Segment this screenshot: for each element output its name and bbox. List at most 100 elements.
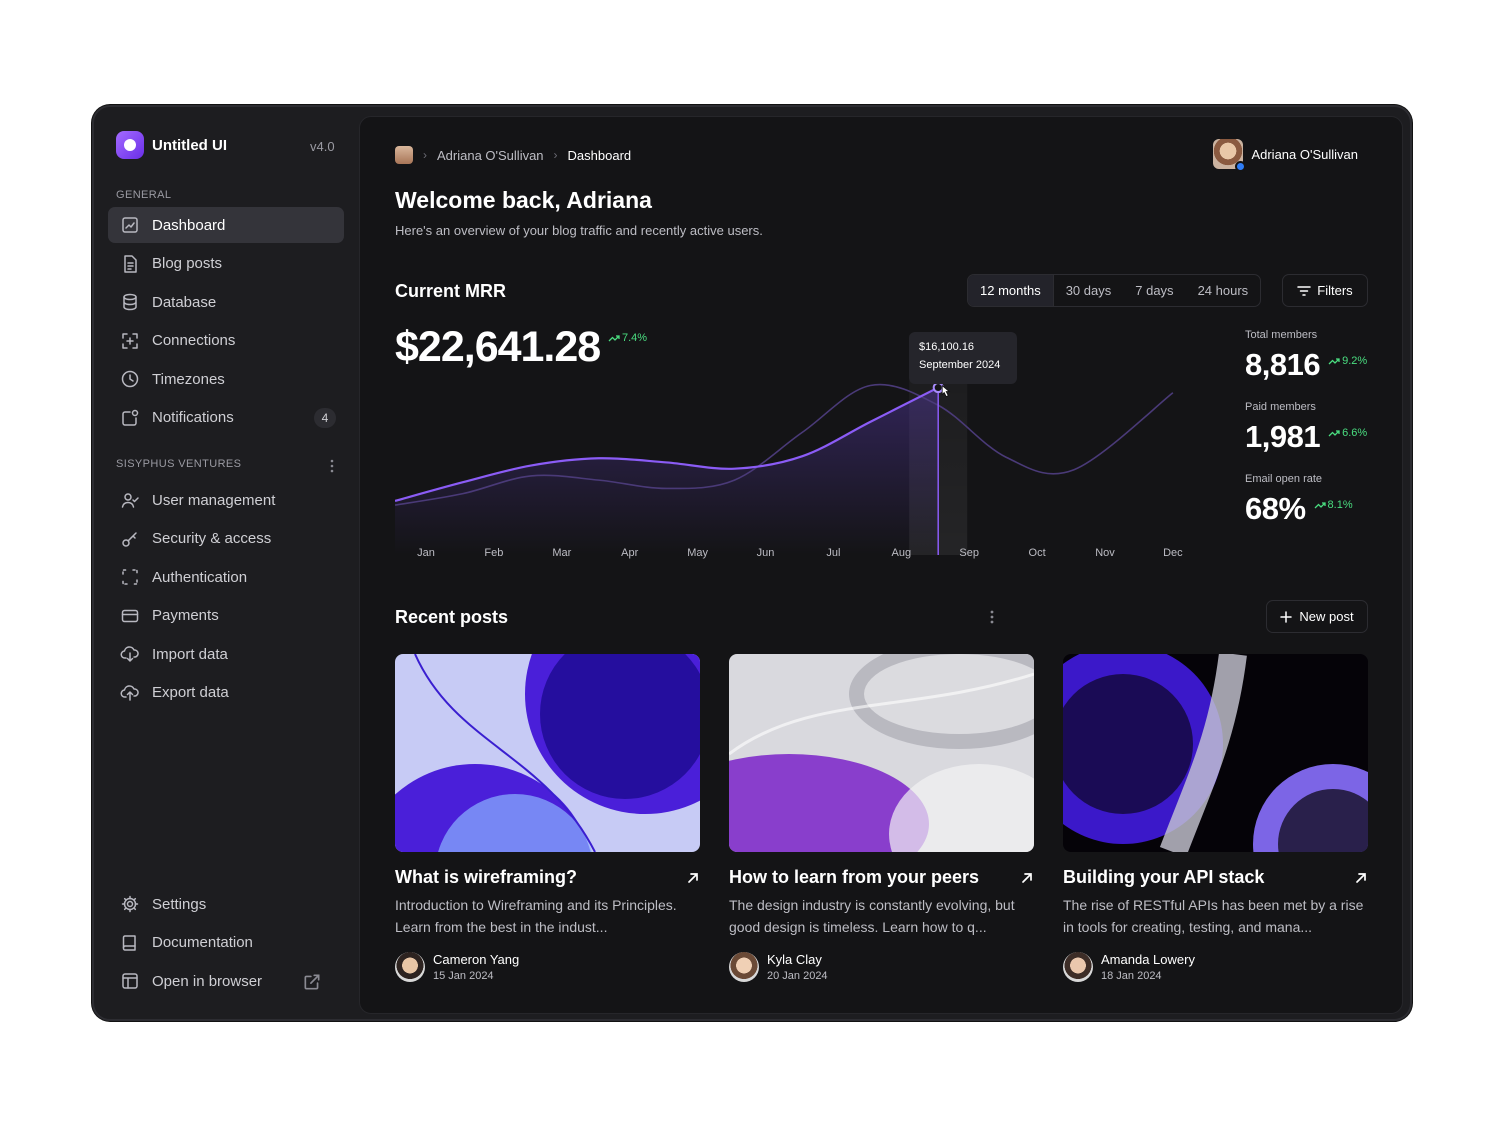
stat-label: Total members	[1245, 329, 1318, 341]
x-tick-label: May	[687, 547, 708, 559]
sidebar-item-label: Timezones	[152, 370, 225, 388]
author-name: Kyla Clay	[767, 952, 822, 967]
sidebar-item-label: Dashboard	[152, 216, 226, 234]
breadcrumb-avatar[interactable]	[395, 146, 413, 164]
filters-label: Filters	[1317, 283, 1353, 298]
avatar-kyla-clay	[729, 952, 759, 982]
page-title: Welcome back, Adriana	[395, 187, 652, 213]
x-tick-label: Jul	[826, 547, 841, 559]
sidebar-item-settings[interactable]: Settings	[108, 886, 344, 922]
sidebar-item-label: Payments	[152, 607, 219, 624]
version-label: v4.0	[310, 139, 335, 154]
post-cover-image[interactable]	[395, 654, 700, 852]
workspace-nav: User management Security & access Authenti…	[108, 482, 344, 713]
workspace-more-icon[interactable]	[330, 459, 334, 473]
sidebar-item-label: Settings	[152, 895, 207, 913]
sidebar-item-label: Import data	[152, 645, 228, 663]
post-title-row[interactable]: How to learn from your peers	[729, 867, 1034, 888]
post-card[interactable]: How to learn from your peers The design i…	[729, 654, 1034, 982]
browser-icon	[122, 973, 138, 989]
sidebar-item-database[interactable]: Database	[108, 284, 344, 320]
sidebar-item-timezones[interactable]: Timezones	[108, 361, 344, 397]
scan-icon	[122, 569, 138, 585]
stat-delta: 8.1%	[1314, 499, 1353, 511]
tooltip-value: $16,100.16	[919, 341, 975, 353]
sidebar-item-security-access[interactable]: Security & access	[108, 521, 344, 557]
stat-delta: 6.6%	[1328, 427, 1367, 439]
trend-up-icon	[1328, 430, 1340, 437]
tooltip-label: September 2024	[919, 359, 1001, 371]
stat-value: 1,981	[1245, 419, 1321, 454]
avatar-amanda-lowery	[1063, 952, 1093, 982]
post-date: 18 Jan 2024	[1101, 970, 1162, 982]
stat-paid-members: Paid members 1,981 6.6%	[1245, 401, 1367, 455]
post-card[interactable]: What is wireframing? Introduction to Wire…	[395, 654, 700, 982]
post-date: 15 Jan 2024	[433, 970, 494, 982]
app-window: Untitled UI v4.0 GENERAL Dashboard Blog p…	[92, 105, 1412, 1021]
sidebar-item-dashboard[interactable]: Dashboard	[108, 207, 344, 243]
post-title-row[interactable]: Building your API stack	[1063, 867, 1368, 888]
sidebar-item-notifications[interactable]: Notifications 4	[108, 400, 344, 436]
new-post-label: New post	[1299, 609, 1354, 624]
author-name: Amanda Lowery	[1101, 952, 1195, 967]
x-tick-label: Nov	[1095, 547, 1115, 559]
highlight-point[interactable]	[932, 382, 944, 394]
arrow-up-right-icon[interactable]	[1354, 871, 1368, 885]
clock-icon	[121, 370, 139, 388]
post-date: 20 Jan 2024	[767, 970, 828, 982]
sidebar-item-label: Database	[152, 293, 217, 311]
post-title-row[interactable]: What is wireframing?	[395, 867, 700, 888]
workspace-section-label: SISYPHUS VENTURES	[116, 458, 242, 470]
sidebar-item-open-in-browser[interactable]: Open in browser	[108, 963, 344, 999]
more-vertical-icon[interactable]	[990, 609, 994, 625]
breadcrumb-current[interactable]: Dashboard	[568, 148, 632, 163]
sidebar-item-documentation[interactable]: Documentation	[108, 925, 344, 961]
sidebar-item-label: User management	[152, 491, 276, 509]
stat-value: 8,816	[1245, 347, 1321, 382]
new-post-button[interactable]: New post	[1266, 600, 1368, 633]
notification-count-badge: 4	[314, 407, 336, 428]
brand[interactable]: Untitled UI	[116, 131, 227, 159]
arrow-up-right-icon[interactable]	[1020, 871, 1034, 885]
range-24-hours[interactable]: 24 hours	[1186, 275, 1261, 306]
range-12-months[interactable]: 12 months	[968, 275, 1054, 306]
sidebar-item-import-data[interactable]: Import data	[108, 636, 344, 672]
filters-button[interactable]: Filters	[1282, 274, 1368, 307]
post-cover-image[interactable]	[729, 654, 1034, 852]
sidebar-item-authentication[interactable]: Authentication	[108, 559, 344, 595]
cloud-download-icon	[120, 646, 139, 662]
breadcrumb-parent[interactable]: Adriana O'Sullivan	[437, 148, 544, 163]
stat-value: 68%	[1245, 491, 1306, 526]
post-description: Introduction to Wireframing and its Prin…	[395, 897, 677, 935]
sidebar-item-label: Authentication	[152, 568, 248, 586]
mrr-chart[interactable]	[395, 335, 1205, 575]
sidebar-item-connections[interactable]: Connections	[108, 323, 344, 359]
user-menu[interactable]: Adriana O'Sullivan	[1213, 139, 1358, 172]
range-30-days[interactable]: 30 days	[1054, 275, 1124, 306]
sidebar-item-payments[interactable]: Payments	[108, 598, 344, 634]
post-card[interactable]: Building your API stack The rise of RESTf…	[1063, 654, 1368, 982]
x-tick-label: Sep	[959, 547, 979, 559]
post-description: The design industry is constantly evolvi…	[729, 897, 1015, 935]
post-title: What is wireframing?	[395, 867, 578, 887]
stat-email-open-rate: Email open rate 68% 8.1%	[1245, 473, 1353, 527]
sidebar-item-label: Export data	[152, 684, 229, 701]
trend-up-icon	[1328, 358, 1340, 365]
sidebar-item-export-data[interactable]: Export data	[108, 675, 344, 711]
sidebar-item-user-management[interactable]: User management	[108, 482, 344, 518]
arrow-up-right-icon[interactable]	[686, 871, 700, 885]
breadcrumb: › Adriana O'Sullivan › Dashboard	[395, 146, 631, 164]
brand-name: Untitled UI	[152, 136, 227, 154]
general-section-label: GENERAL	[116, 189, 172, 201]
sidebar: Untitled UI v4.0 GENERAL Dashboard Blog p…	[94, 107, 358, 1019]
trend-up-icon	[1314, 502, 1326, 509]
sidebar-item-blog-posts[interactable]: Blog posts	[108, 246, 344, 282]
avatar-cameron-yang	[395, 952, 425, 982]
range-7-days[interactable]: 7 days	[1123, 275, 1185, 306]
general-nav: Dashboard Blog posts Database Connections Ti…	[108, 207, 344, 438]
user-name: Adriana O'Sullivan	[1251, 146, 1358, 162]
post-cover-image[interactable]	[1063, 654, 1368, 852]
sidebar-item-label: Connections	[152, 332, 236, 349]
chevron-right-icon: ›	[423, 148, 427, 162]
external-link-icon	[304, 974, 320, 990]
